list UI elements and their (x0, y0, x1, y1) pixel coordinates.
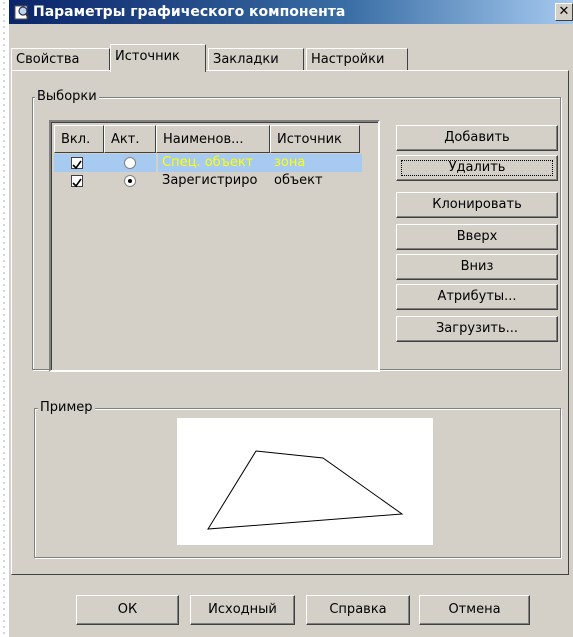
help-button[interactable]: Справка (306, 595, 410, 625)
attributes-button[interactable]: Атрибуты... (396, 284, 558, 310)
row-enabled-cell (54, 154, 104, 172)
row-active-cell (104, 154, 156, 172)
close-button[interactable]: ✕ (555, 3, 573, 21)
column-header-active[interactable]: Акт. (104, 125, 156, 153)
column-header-source[interactable]: Источник (270, 125, 360, 153)
enabled-checkbox[interactable] (71, 175, 83, 188)
background-pattern (0, 0, 8, 637)
column-header-enabled[interactable]: Вкл. (54, 125, 104, 153)
column-header-enabled-label: Вкл. (61, 132, 91, 147)
tab-source-label: Источник (115, 49, 180, 64)
check-icon (72, 178, 82, 188)
table-row[interactable]: Спец. объект зона (54, 154, 375, 172)
column-header-name-label: Наименов... (163, 132, 244, 147)
load-button[interactable]: Загрузить... (396, 316, 558, 342)
delete-button[interactable]: Удалить (396, 155, 558, 181)
polygon-preview-shape (207, 450, 404, 530)
cancel-button[interactable]: Отмена (419, 595, 530, 625)
ok-button[interactable]: ОК (76, 595, 179, 625)
example-group-label: Пример (38, 400, 95, 415)
enabled-checkbox[interactable] (71, 157, 83, 170)
samples-list[interactable]: Вкл. Акт. Наименов... Источник Спец. объ… (49, 120, 380, 372)
tab-bookmarks-label: Закладки (213, 52, 279, 67)
row-enabled-cell (54, 172, 104, 190)
original-button[interactable]: Исходный (190, 595, 295, 625)
row-source: зона (272, 154, 362, 172)
samples-group-label: Выборки (35, 89, 99, 104)
window-title: Параметры графического компонента (33, 4, 346, 20)
active-radio[interactable] (124, 157, 136, 169)
active-radio[interactable] (124, 175, 136, 187)
tab-settings[interactable]: Настройки (306, 48, 408, 70)
tab-properties-label: Свойства (16, 52, 80, 67)
column-header-active-label: Акт. (111, 132, 140, 147)
table-row[interactable]: Зарегистриро объект (54, 172, 375, 190)
app-icon (14, 5, 30, 20)
tab-settings-label: Настройки (311, 52, 385, 67)
row-name: Спец. объект (158, 154, 272, 172)
tab-source[interactable]: Источник (110, 44, 206, 72)
tab-bookmarks[interactable]: Закладки (208, 48, 304, 70)
row-name: Зарегистриро (162, 173, 258, 188)
row-source: объект (274, 173, 323, 188)
shape-preview (177, 418, 433, 545)
clone-button[interactable]: Клонировать (396, 192, 558, 218)
radio-dot (128, 179, 132, 183)
dialog-window: Параметры графического компонента ✕ Свой… (8, 0, 573, 637)
column-header-source-label: Источник (277, 132, 342, 147)
row-active-cell (104, 172, 156, 190)
move-up-button[interactable]: Вверх (396, 224, 558, 250)
add-button[interactable]: Добавить (396, 125, 558, 151)
close-icon: ✕ (558, 4, 570, 19)
move-down-button[interactable]: Вниз (396, 254, 558, 280)
samples-list-body: Вкл. Акт. Наименов... Источник Спец. объ… (51, 122, 378, 370)
tab-properties[interactable]: Свойства (11, 48, 110, 70)
title-bar[interactable]: Параметры графического компонента ✕ (9, 0, 573, 24)
column-header-name[interactable]: Наименов... (156, 125, 270, 153)
check-icon (72, 160, 82, 170)
